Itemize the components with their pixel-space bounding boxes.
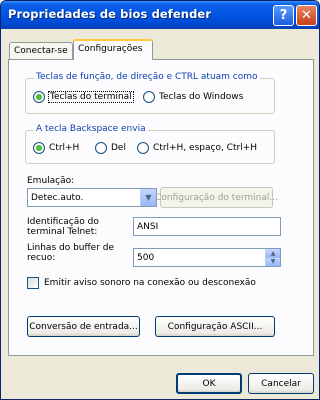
radio-del-dot: [95, 142, 107, 154]
tab-conectar[interactable]: Conectar-se: [9, 42, 73, 59]
radio-del-label: Del: [111, 143, 126, 153]
radio-windows-keys[interactable]: Teclas do Windows: [143, 91, 243, 103]
radio-del[interactable]: Del: [95, 142, 126, 154]
input-conversion-button[interactable]: Conversão de entrada...: [27, 316, 140, 337]
radio-ctrl-h[interactable]: Ctrl+H: [33, 142, 79, 154]
radio-windows-keys-label: Teclas do Windows: [159, 92, 244, 102]
radio-ctrl-h-dot: [33, 142, 45, 154]
properties-dialog: Propriedades de bios defender ? ✕ Conect…: [0, 0, 320, 400]
ascii-config-button[interactable]: Configuração ASCII...: [155, 316, 275, 337]
tab-conectar-label: Conectar-se: [14, 46, 68, 56]
radio-ctrl-h-space[interactable]: Ctrl+H, espaço, Ctrl+H: [137, 142, 257, 154]
buffer-spinner[interactable]: ▲ ▼: [265, 249, 280, 266]
telnet-id-label-line2: terminal Telnet:: [27, 227, 98, 237]
window-title: Propriedades de bios defender: [8, 7, 212, 21]
buffer-spinbox[interactable]: 500 ▲ ▼: [133, 248, 281, 267]
ascii-config-label: Configuração ASCII...: [167, 321, 263, 332]
help-button[interactable]: ?: [273, 5, 294, 26]
keys-group-title: Teclas de função, de direção e CTRL atua…: [34, 72, 260, 82]
spin-up-icon[interactable]: ▲: [265, 249, 280, 258]
radio-windows-keys-dot: [143, 91, 155, 103]
emulation-select[interactable]: Detec.auto. ▼: [27, 188, 157, 207]
tab-configuracoes[interactable]: Configurações: [73, 39, 153, 60]
radio-terminal-keys[interactable]: Teclas do terminal: [33, 91, 134, 103]
radio-ctrl-h-space-label: Ctrl+H, espaço, Ctrl+H: [153, 143, 257, 153]
cancel-button[interactable]: Cancelar: [248, 373, 314, 394]
emulation-label: Emulação:: [27, 176, 75, 186]
ok-button[interactable]: OK: [176, 373, 242, 394]
ok-label: OK: [202, 378, 216, 389]
close-button[interactable]: ✕: [296, 5, 317, 26]
radio-terminal-keys-dot: [33, 91, 45, 103]
radio-terminal-keys-label: Teclas do terminal: [48, 91, 134, 103]
input-conversion-label: Conversão de entrada...: [29, 321, 138, 332]
tab-configuracoes-label: Configurações: [78, 44, 143, 54]
buffer-label-line1: Linhas do buffer de: [27, 243, 115, 253]
terminal-config-label: Configuração do terminal...: [155, 192, 278, 203]
telnet-id-input[interactable]: ANSI: [133, 217, 281, 236]
spin-down-icon[interactable]: ▼: [265, 257, 280, 266]
radio-ctrl-h-space-dot: [137, 142, 149, 154]
backspace-groupbox: A tecla Backspace envia Ctrl+H Del Ctrl+…: [25, 124, 275, 164]
title-bar[interactable]: Propriedades de bios defender ? ✕: [1, 1, 319, 29]
telnet-id-label-line1: Identificação do: [27, 217, 99, 227]
sound-checkbox-label: Emitir aviso sonoro na conexão ou descon…: [44, 278, 256, 288]
emulation-value: Detec.auto.: [31, 193, 84, 203]
sound-checkbox[interactable]: Emitir aviso sonoro na conexão ou descon…: [27, 277, 256, 289]
telnet-id-value: ANSI: [137, 222, 159, 232]
terminal-config-button[interactable]: Configuração do terminal...: [155, 187, 278, 208]
radio-ctrl-h-label: Ctrl+H: [49, 143, 80, 153]
buffer-value: 500: [137, 253, 155, 263]
buffer-label-line2: recuo:: [27, 253, 56, 263]
keys-groupbox: Teclas de função, de direção e CTRL atua…: [25, 72, 275, 114]
cancel-label: Cancelar: [261, 378, 301, 389]
sound-checkbox-box[interactable]: [27, 277, 39, 289]
help-icon: ?: [279, 8, 288, 23]
tab-panel: Teclas de função, de direção e CTRL atua…: [8, 59, 314, 356]
chevron-down-icon[interactable]: ▼: [140, 189, 156, 206]
close-icon: ✕: [301, 8, 312, 23]
backspace-group-title: A tecla Backspace envia: [34, 124, 148, 134]
